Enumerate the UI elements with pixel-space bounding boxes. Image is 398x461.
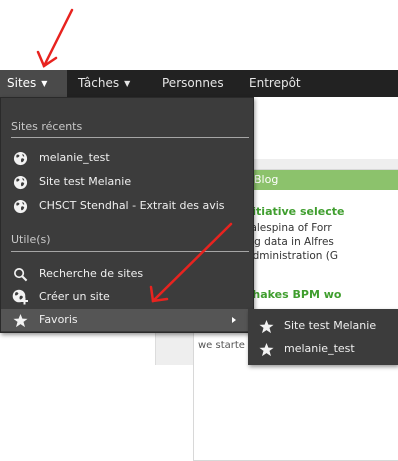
menu-item-label: Site test Melanie	[39, 175, 132, 188]
recent-site-chsct-stendhal[interactable]: CHSCT Stendhal - Extrait des avis	[1, 195, 253, 217]
nav-personnes-label: Personnes	[162, 76, 224, 90]
divider	[11, 251, 249, 252]
recent-site-site-test-melanie[interactable]: Site test Melanie	[1, 171, 253, 193]
search-icon	[12, 266, 28, 282]
create-site-icon	[12, 289, 28, 305]
nav-entrepot-label: Entrepôt	[249, 76, 301, 90]
nav-entrepot[interactable]: Entrepôt	[249, 70, 301, 97]
menu-item-label: Favoris	[39, 313, 78, 326]
chevron-down-icon: ▼	[41, 79, 48, 88]
star-icon	[258, 318, 274, 334]
annotation-arrow-top	[36, 8, 74, 68]
divider	[11, 137, 249, 138]
nav-sites[interactable]: Sites ▼	[0, 70, 67, 97]
sites-dropdown-menu: Sites récents melanie_test Site test Mel…	[0, 97, 254, 333]
favorites-item[interactable]: Favoris	[1, 309, 253, 331]
search-sites-item[interactable]: Recherche de sites	[1, 263, 253, 285]
globe-icon	[12, 174, 28, 190]
useful-heading: Utile(s)	[11, 233, 51, 246]
recent-site-melanie-test[interactable]: melanie_test	[1, 147, 253, 169]
favorites-submenu: Site test Melanie melanie_test	[248, 309, 398, 365]
favorite-melanie-test[interactable]: melanie_test	[248, 336, 398, 362]
submenu-arrow-icon	[232, 317, 236, 323]
blog-post-text: we starte	[198, 340, 245, 351]
menu-item-label: Recherche de sites	[39, 267, 144, 280]
menu-item-label: Créer un site	[39, 290, 110, 303]
menu-item-label: melanie_test	[39, 151, 110, 164]
nav-taches-label: Tâches	[78, 76, 120, 90]
globe-icon	[12, 198, 28, 214]
chevron-down-icon: ▼	[124, 79, 131, 88]
globe-icon	[12, 150, 28, 166]
star-icon	[12, 312, 28, 328]
star-icon	[258, 341, 274, 357]
nav-sites-label: Sites	[7, 76, 37, 90]
menu-item-label: melanie_test	[284, 342, 355, 355]
nav-taches[interactable]: Tâches ▼	[78, 70, 130, 97]
create-site-item[interactable]: Créer un site	[1, 286, 253, 308]
recent-sites-heading: Sites récents	[11, 120, 83, 133]
top-navbar: Sites ▼ Tâches ▼ Personnes Entrepôt	[0, 70, 398, 97]
nav-personnes[interactable]: Personnes	[162, 70, 224, 97]
menu-item-label: CHSCT Stendhal - Extrait des avis	[39, 199, 225, 212]
